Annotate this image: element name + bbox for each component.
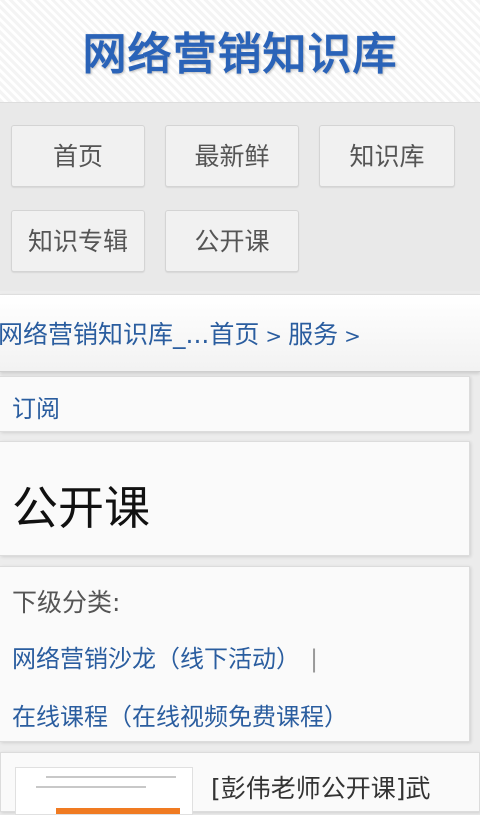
subcategory-divider: |: [310, 645, 319, 673]
nav-home-button[interactable]: 首页: [11, 125, 145, 187]
breadcrumb-separator: >: [265, 324, 283, 348]
breadcrumb-item-service[interactable]: 服务: [288, 320, 338, 349]
subcategory-link-online-course[interactable]: 在线课程（在线视频免费课程）: [12, 703, 348, 731]
breadcrumb: 网络营销知识库_...首页 > 服务 >: [0, 294, 480, 372]
page-title-card: 公开课: [0, 441, 470, 556]
thumbnail-text-line: [46, 776, 176, 778]
subscribe-link[interactable]: 订阅: [12, 389, 60, 424]
breadcrumb-item-home[interactable]: 首页: [209, 320, 259, 349]
subcategory-row: 网络营销沙龙（线下活动） |: [12, 639, 318, 674]
nav-latest-button[interactable]: 最新鲜: [165, 125, 299, 187]
subcategory-card: 下级分类: 网络营销沙龙（线下活动） | 在线课程（在线视频免费课程）: [0, 566, 470, 742]
nav-knowledge-button[interactable]: 知识库: [319, 125, 455, 187]
thumbnail-accent-bar: [56, 808, 180, 814]
site-title[interactable]: 网络营销知识库: [0, 18, 480, 82]
page-title: 公开课: [12, 481, 150, 535]
subscribe-card: 订阅: [0, 376, 470, 432]
thumbnail-text-line: [36, 786, 146, 788]
nav-topics-button[interactable]: 知识专辑: [11, 210, 145, 272]
nav-open-course-button[interactable]: 公开课: [165, 210, 299, 272]
site-header: 网络营销知识库: [0, 0, 480, 103]
main-nav: 首页 最新鲜 知识库 知识专辑 公开课: [0, 103, 480, 291]
breadcrumb-trail: 网络营销知识库_...首页 > 服务 >: [0, 315, 367, 351]
subcategory-link-salon[interactable]: 网络营销沙龙（线下活动）: [12, 645, 300, 673]
subcategory-label: 下级分类:: [12, 588, 121, 617]
breadcrumb-separator: >: [344, 324, 361, 348]
article-thumbnail[interactable]: [15, 767, 193, 815]
breadcrumb-item-site[interactable]: 网络营销知识库_...: [0, 320, 209, 349]
article-list-item[interactable]: [彭伟老师公开课]武: [0, 752, 480, 815]
subcategory-row: 在线课程（在线视频免费课程）: [12, 697, 348, 732]
